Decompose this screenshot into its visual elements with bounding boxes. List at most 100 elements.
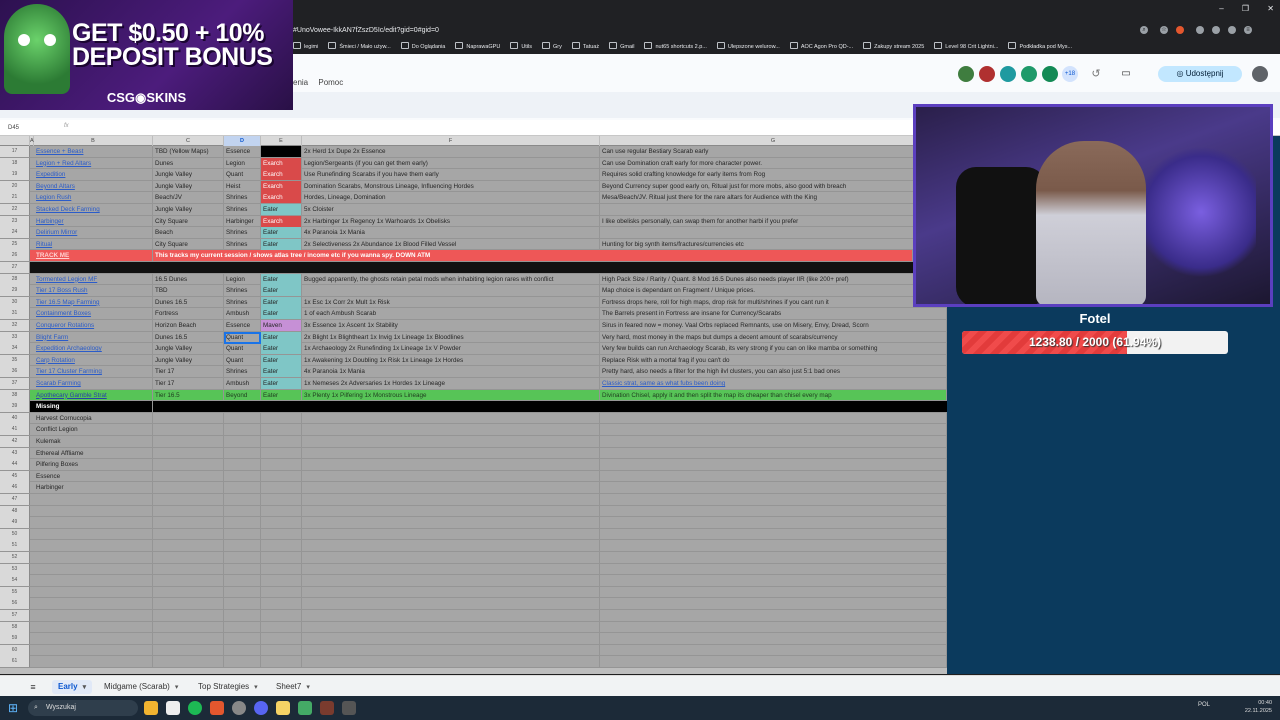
cell-c[interactable]: [153, 459, 224, 471]
row-number[interactable]: 57: [0, 610, 30, 621]
row-number[interactable]: 19: [0, 169, 30, 181]
row-number[interactable]: 30: [0, 296, 30, 308]
cell-d[interactable]: Ambush: [224, 308, 261, 320]
bookmark-item[interactable]: Śmieci / Mało używ...: [328, 40, 390, 54]
cell-g[interactable]: [600, 517, 947, 529]
sheet-tab[interactable]: Top Strategies: [192, 680, 264, 694]
cell-c[interactable]: Beach/JV: [153, 192, 224, 204]
cell-c[interactable]: [153, 610, 224, 621]
cell-f[interactable]: [302, 633, 600, 645]
cell-c[interactable]: [153, 563, 224, 575]
cell-b[interactable]: [34, 644, 153, 656]
address-bar[interactable]: #UnoVowee-IkkAN7fZszD5Ic/edit?gid=0#gid=…: [293, 24, 1193, 38]
cell-f[interactable]: 1x Archaeology 2x Runefinding 1x Lineage…: [302, 343, 600, 355]
cell-f[interactable]: [302, 644, 600, 656]
bookmark-item[interactable]: Zakupy stream 2025: [863, 40, 924, 54]
row-number[interactable]: 21: [0, 192, 30, 204]
row-number[interactable]: 58: [0, 621, 30, 633]
cell-e[interactable]: [261, 424, 302, 436]
zoom-icon[interactable]: ⌕: [1140, 26, 1148, 34]
cell-e[interactable]: Exarch: [261, 180, 302, 192]
row-number[interactable]: 39: [0, 401, 30, 413]
cell-g[interactable]: [600, 447, 947, 459]
cell-b[interactable]: [34, 633, 153, 645]
cell-c[interactable]: [153, 552, 224, 563]
cell-d[interactable]: Shrines: [224, 192, 261, 204]
column-header-b[interactable]: B: [34, 136, 153, 146]
cell-c[interactable]: This tracks my current session / shows a…: [153, 250, 913, 262]
row-number[interactable]: 32: [0, 320, 30, 331]
menu-item-extensions[interactable]: enia: [293, 78, 308, 87]
app-icon[interactable]: [298, 701, 312, 715]
cell-f[interactable]: Legion/Sergeants (if you can get them ea…: [302, 157, 600, 169]
cell-c[interactable]: 16.5 Dunes: [153, 273, 224, 285]
row-number[interactable]: 42: [0, 436, 30, 447]
row-number[interactable]: 31: [0, 308, 30, 320]
cell-c[interactable]: City Square: [153, 238, 224, 250]
cell-d[interactable]: Quant: [224, 354, 261, 366]
bookmark-item[interactable]: Ulepszone welurow...: [717, 40, 780, 54]
cell-c[interactable]: Tier 16.5: [153, 389, 224, 401]
cell-d[interactable]: Essence: [224, 320, 261, 331]
row-number[interactable]: 59: [0, 633, 30, 645]
spreadsheet-grid[interactable]: ABCDEFG 17 Essence + Beast TBD (Yellow Map…: [0, 136, 947, 668]
minimize-icon[interactable]: –: [1219, 4, 1223, 13]
cell-c[interactable]: Jungle Valley: [153, 169, 224, 181]
cell-d[interactable]: [224, 552, 261, 563]
cell-d[interactable]: [224, 621, 261, 633]
cell-b[interactable]: Stacked Deck Farming: [34, 204, 153, 215]
spotify-icon[interactable]: [188, 701, 202, 715]
cell-g[interactable]: [600, 540, 947, 552]
row-number[interactable]: 37: [0, 378, 30, 389]
taskbar-search[interactable]: ⌕ Wyszukaj: [28, 700, 138, 716]
cell-e[interactable]: Exarch: [261, 215, 302, 227]
all-sheets-icon[interactable]: ≡: [26, 680, 40, 694]
notes-icon[interactable]: [276, 701, 290, 715]
cell-f[interactable]: 4x Paranoia 1x Mania: [302, 227, 600, 239]
extensions-puzzle-icon[interactable]: [1212, 26, 1220, 34]
cell-g[interactable]: Sirus in feared now = money. Vaal Orbs r…: [600, 320, 947, 331]
cell-b[interactable]: Missing: [34, 401, 153, 413]
cell-f[interactable]: 4x Paranoia 1x Mania: [302, 366, 600, 378]
cell-d[interactable]: Shrines: [224, 227, 261, 239]
cell-f[interactable]: [302, 424, 600, 436]
cell-e[interactable]: [261, 470, 302, 482]
row-number[interactable]: 50: [0, 528, 30, 540]
cell-g[interactable]: I like obelisks personally, can swap the…: [600, 215, 947, 227]
sheet-tab[interactable]: Midgame (Scarab): [98, 680, 184, 694]
cell-f[interactable]: 1 of each Ambush Scarab: [302, 308, 600, 320]
cell-e[interactable]: Maven: [261, 320, 302, 331]
cell-c[interactable]: [153, 621, 224, 633]
cell-f[interactable]: Use Runefinding Scarabs if you have them…: [302, 169, 600, 181]
close-icon[interactable]: ✕: [1267, 4, 1274, 13]
cell-g[interactable]: [600, 459, 947, 471]
sheet-tab[interactable]: Sheet7: [270, 680, 316, 694]
cell-g[interactable]: Very few builds can run Archaeology Scar…: [600, 343, 947, 355]
cell-g[interactable]: [600, 552, 947, 563]
cell-g[interactable]: [600, 656, 947, 668]
cell-f[interactable]: [302, 447, 600, 459]
cell-g[interactable]: Very hard, most money in the maps but du…: [600, 331, 947, 343]
collaborator-avatar[interactable]: [958, 66, 974, 82]
row-number[interactable]: 18: [0, 157, 30, 169]
cell-g[interactable]: Requires solid crafting knowledge for ea…: [600, 169, 947, 181]
sheet-tab[interactable]: Early: [52, 680, 93, 694]
cell-f[interactable]: [302, 598, 600, 610]
cell-b[interactable]: Tormented Legion MF: [34, 273, 153, 285]
row-number[interactable]: 29: [0, 285, 30, 297]
cell-d[interactable]: Ambush: [224, 378, 261, 389]
app-icon[interactable]: [342, 701, 356, 715]
bookmark-item[interactable]: Level 98 Crit Lightni...: [934, 40, 998, 54]
cell-c[interactable]: Horizon Beach: [153, 320, 224, 331]
cell-g[interactable]: [600, 470, 947, 482]
bookmark-item[interactable]: Tatuaż: [572, 40, 599, 54]
cell-d[interactable]: Quant: [224, 331, 261, 343]
cell-c[interactable]: Jungle Valley: [153, 343, 224, 355]
select-all-corner[interactable]: [0, 136, 30, 146]
cell-c[interactable]: [153, 598, 224, 610]
row-number[interactable]: 40: [0, 412, 30, 424]
cell-b[interactable]: TRACK ME: [34, 250, 153, 262]
cell-b[interactable]: [34, 598, 153, 610]
cell-g[interactable]: Pretty hard, also needs a filter for the…: [600, 366, 947, 378]
cell-g[interactable]: [600, 621, 947, 633]
